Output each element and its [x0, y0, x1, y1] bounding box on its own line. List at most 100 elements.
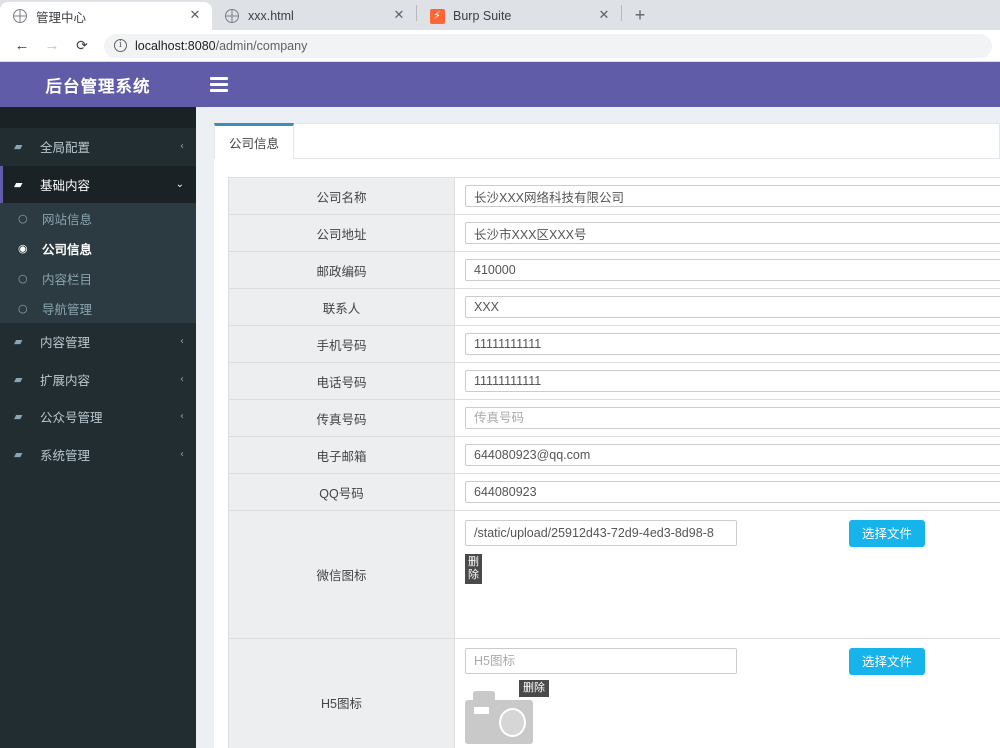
hamburger-icon[interactable]	[208, 75, 230, 95]
delete-button[interactable]: 删除	[465, 554, 482, 584]
field-label: 邮政编码	[228, 251, 455, 289]
content-tab-bar: 公司信息	[214, 123, 1000, 159]
browser-tab-1[interactable]: xxx.html ✕	[212, 2, 416, 30]
sidebar-item-label: 内容管理	[40, 336, 91, 351]
fax-number-input[interactable]	[465, 407, 1000, 429]
site-info-icon[interactable]: i	[114, 39, 127, 52]
field-label: 公司地址	[228, 214, 455, 252]
url-host: localhost:8080	[135, 38, 216, 53]
sidebar-item-label: 基础内容	[40, 178, 91, 193]
back-icon[interactable]: ←	[8, 32, 36, 60]
wechat-icon-thumbnail: 删除	[465, 554, 482, 584]
form-panel: 公司名称 公司地址 邮政编码	[214, 159, 1000, 748]
table-row: 手机号码	[228, 325, 1000, 363]
field-label: 联系人	[228, 288, 455, 326]
sidebar-item-global-config[interactable]: ▰ 全局配置 ‹	[0, 128, 196, 166]
address-bar[interactable]: i localhost:8080 /admin/company	[104, 33, 992, 58]
sidebar-item-label: 扩展内容	[40, 373, 91, 388]
contact-person-input[interactable]	[465, 296, 1000, 318]
chevron-down-icon: ⌄	[175, 178, 184, 190]
sidebar-item-extended-content[interactable]: ▰ 扩展内容 ‹	[0, 361, 196, 399]
app-page: 后台管理系统 ▰ 全局配置 ‹ ▰ 基础内容 ⌄ ○ 网站信息 ◉ 公司信息 ○…	[0, 62, 1000, 748]
sidebar-menu: ▰ 全局配置 ‹ ▰ 基础内容 ⌄ ○ 网站信息 ◉ 公司信息 ○ 内容栏目 ○…	[0, 128, 196, 473]
table-row: H5图标 选择文件 删除	[228, 638, 1000, 748]
sidebar-subitem-label: 导航管理	[42, 302, 93, 317]
table-row: QQ号码	[228, 473, 1000, 511]
globe-icon	[224, 8, 240, 24]
h5-icon-path-input[interactable]	[465, 648, 737, 674]
tab-divider	[621, 4, 622, 21]
circle-icon: ○	[18, 211, 28, 225]
folder-icon: ▰	[14, 372, 23, 386]
folder-open-icon: ▰	[14, 177, 23, 191]
telephone-number-input[interactable]	[465, 370, 1000, 392]
company-address-input[interactable]	[465, 222, 1000, 244]
browser-tab-title: xxx.html	[248, 9, 294, 23]
browser-tab-title: Burp Suite	[453, 9, 512, 23]
top-navbar	[196, 62, 1000, 107]
choose-file-button[interactable]: 选择文件	[849, 648, 926, 675]
email-input[interactable]	[465, 444, 1000, 466]
sidebar-item-system-manage[interactable]: ▰ 系统管理 ‹	[0, 436, 196, 474]
field-label: 电话号码	[228, 362, 455, 400]
postal-code-input[interactable]	[465, 259, 1000, 281]
sidebar-spacer	[0, 107, 196, 128]
sidebar-subitem-label: 网站信息	[42, 212, 93, 227]
field-label: 公司名称	[228, 177, 455, 215]
table-row: 微信图标 选择文件 删除	[228, 510, 1000, 639]
globe-icon	[12, 8, 28, 24]
mobile-number-input[interactable]	[465, 333, 1000, 355]
close-icon[interactable]: ✕	[187, 8, 203, 24]
chevron-left-icon: ‹	[180, 411, 184, 423]
table-row: 传真号码	[228, 399, 1000, 437]
field-label: QQ号码	[228, 473, 455, 511]
sidebar-item-content-manage[interactable]: ▰ 内容管理 ‹	[0, 323, 196, 361]
close-icon[interactable]: ✕	[391, 8, 407, 24]
field-label: 电子邮箱	[228, 436, 455, 474]
sidebar-submenu: ○ 网站信息 ◉ 公司信息 ○ 内容栏目 ○ 导航管理	[0, 203, 196, 323]
circle-icon: ◉	[18, 241, 28, 255]
reload-icon[interactable]: ⟳	[68, 32, 96, 60]
folder-icon: ▰	[14, 140, 23, 154]
sidebar-subitem-nav-manage[interactable]: ○ 导航管理	[0, 293, 196, 323]
field-label: 传真号码	[228, 399, 455, 437]
url-path: /admin/company	[215, 38, 308, 53]
browser-tab-0[interactable]: 管理中心 ✕	[0, 2, 212, 30]
table-row: 电话号码	[228, 362, 1000, 400]
qq-number-input[interactable]	[465, 481, 1000, 503]
browser-tab-title: 管理中心	[36, 10, 87, 25]
wechat-icon-path-input[interactable]	[465, 520, 737, 546]
chevron-left-icon: ‹	[180, 141, 184, 153]
chevron-left-icon: ‹	[180, 336, 184, 348]
browser-tab-2[interactable]: ⚡ Burp Suite ✕	[417, 2, 621, 30]
forward-icon[interactable]: →	[38, 32, 66, 60]
circle-icon: ○	[18, 301, 28, 315]
sidebar-subitem-content-column[interactable]: ○ 内容栏目	[0, 263, 196, 293]
table-row: 公司名称	[228, 177, 1000, 215]
close-icon[interactable]: ✕	[596, 8, 612, 24]
sidebar-subitem-label: 内容栏目	[42, 272, 93, 287]
field-label: 微信图标	[228, 510, 455, 639]
company-name-input[interactable]	[465, 185, 1000, 207]
upload-control: 选择文件	[465, 520, 1000, 547]
content-column: 公司信息 公司名称 公司地址	[196, 62, 1000, 748]
folder-icon: ▰	[14, 410, 23, 424]
new-tab-button[interactable]: +	[626, 1, 654, 29]
tab-company-info[interactable]: 公司信息	[214, 123, 295, 159]
folder-icon: ▰	[14, 447, 23, 461]
sidebar: 后台管理系统 ▰ 全局配置 ‹ ▰ 基础内容 ⌄ ○ 网站信息 ◉ 公司信息 ○…	[0, 62, 196, 748]
main-area: 公司信息 公司名称 公司地址	[196, 107, 1000, 748]
sidebar-subitem-company-info[interactable]: ◉ 公司信息	[0, 233, 196, 263]
chevron-left-icon: ‹	[180, 448, 184, 460]
sidebar-item-official-account[interactable]: ▰ 公众号管理 ‹	[0, 398, 196, 436]
field-label: H5图标	[228, 638, 455, 748]
delete-button[interactable]: 删除	[519, 680, 549, 697]
choose-file-button[interactable]: 选择文件	[849, 520, 926, 547]
sidebar-brand[interactable]: 后台管理系统	[0, 62, 196, 107]
browser-toolbar: ← → ⟳ i localhost:8080 /admin/company	[0, 30, 1000, 62]
sidebar-subitem-site-info[interactable]: ○ 网站信息	[0, 203, 196, 233]
sidebar-item-basic-content[interactable]: ▰ 基础内容 ⌄	[0, 165, 196, 203]
h5-icon-thumbnail: 删除	[465, 680, 549, 744]
table-row: 邮政编码	[228, 251, 1000, 289]
chevron-left-icon: ‹	[180, 373, 184, 385]
